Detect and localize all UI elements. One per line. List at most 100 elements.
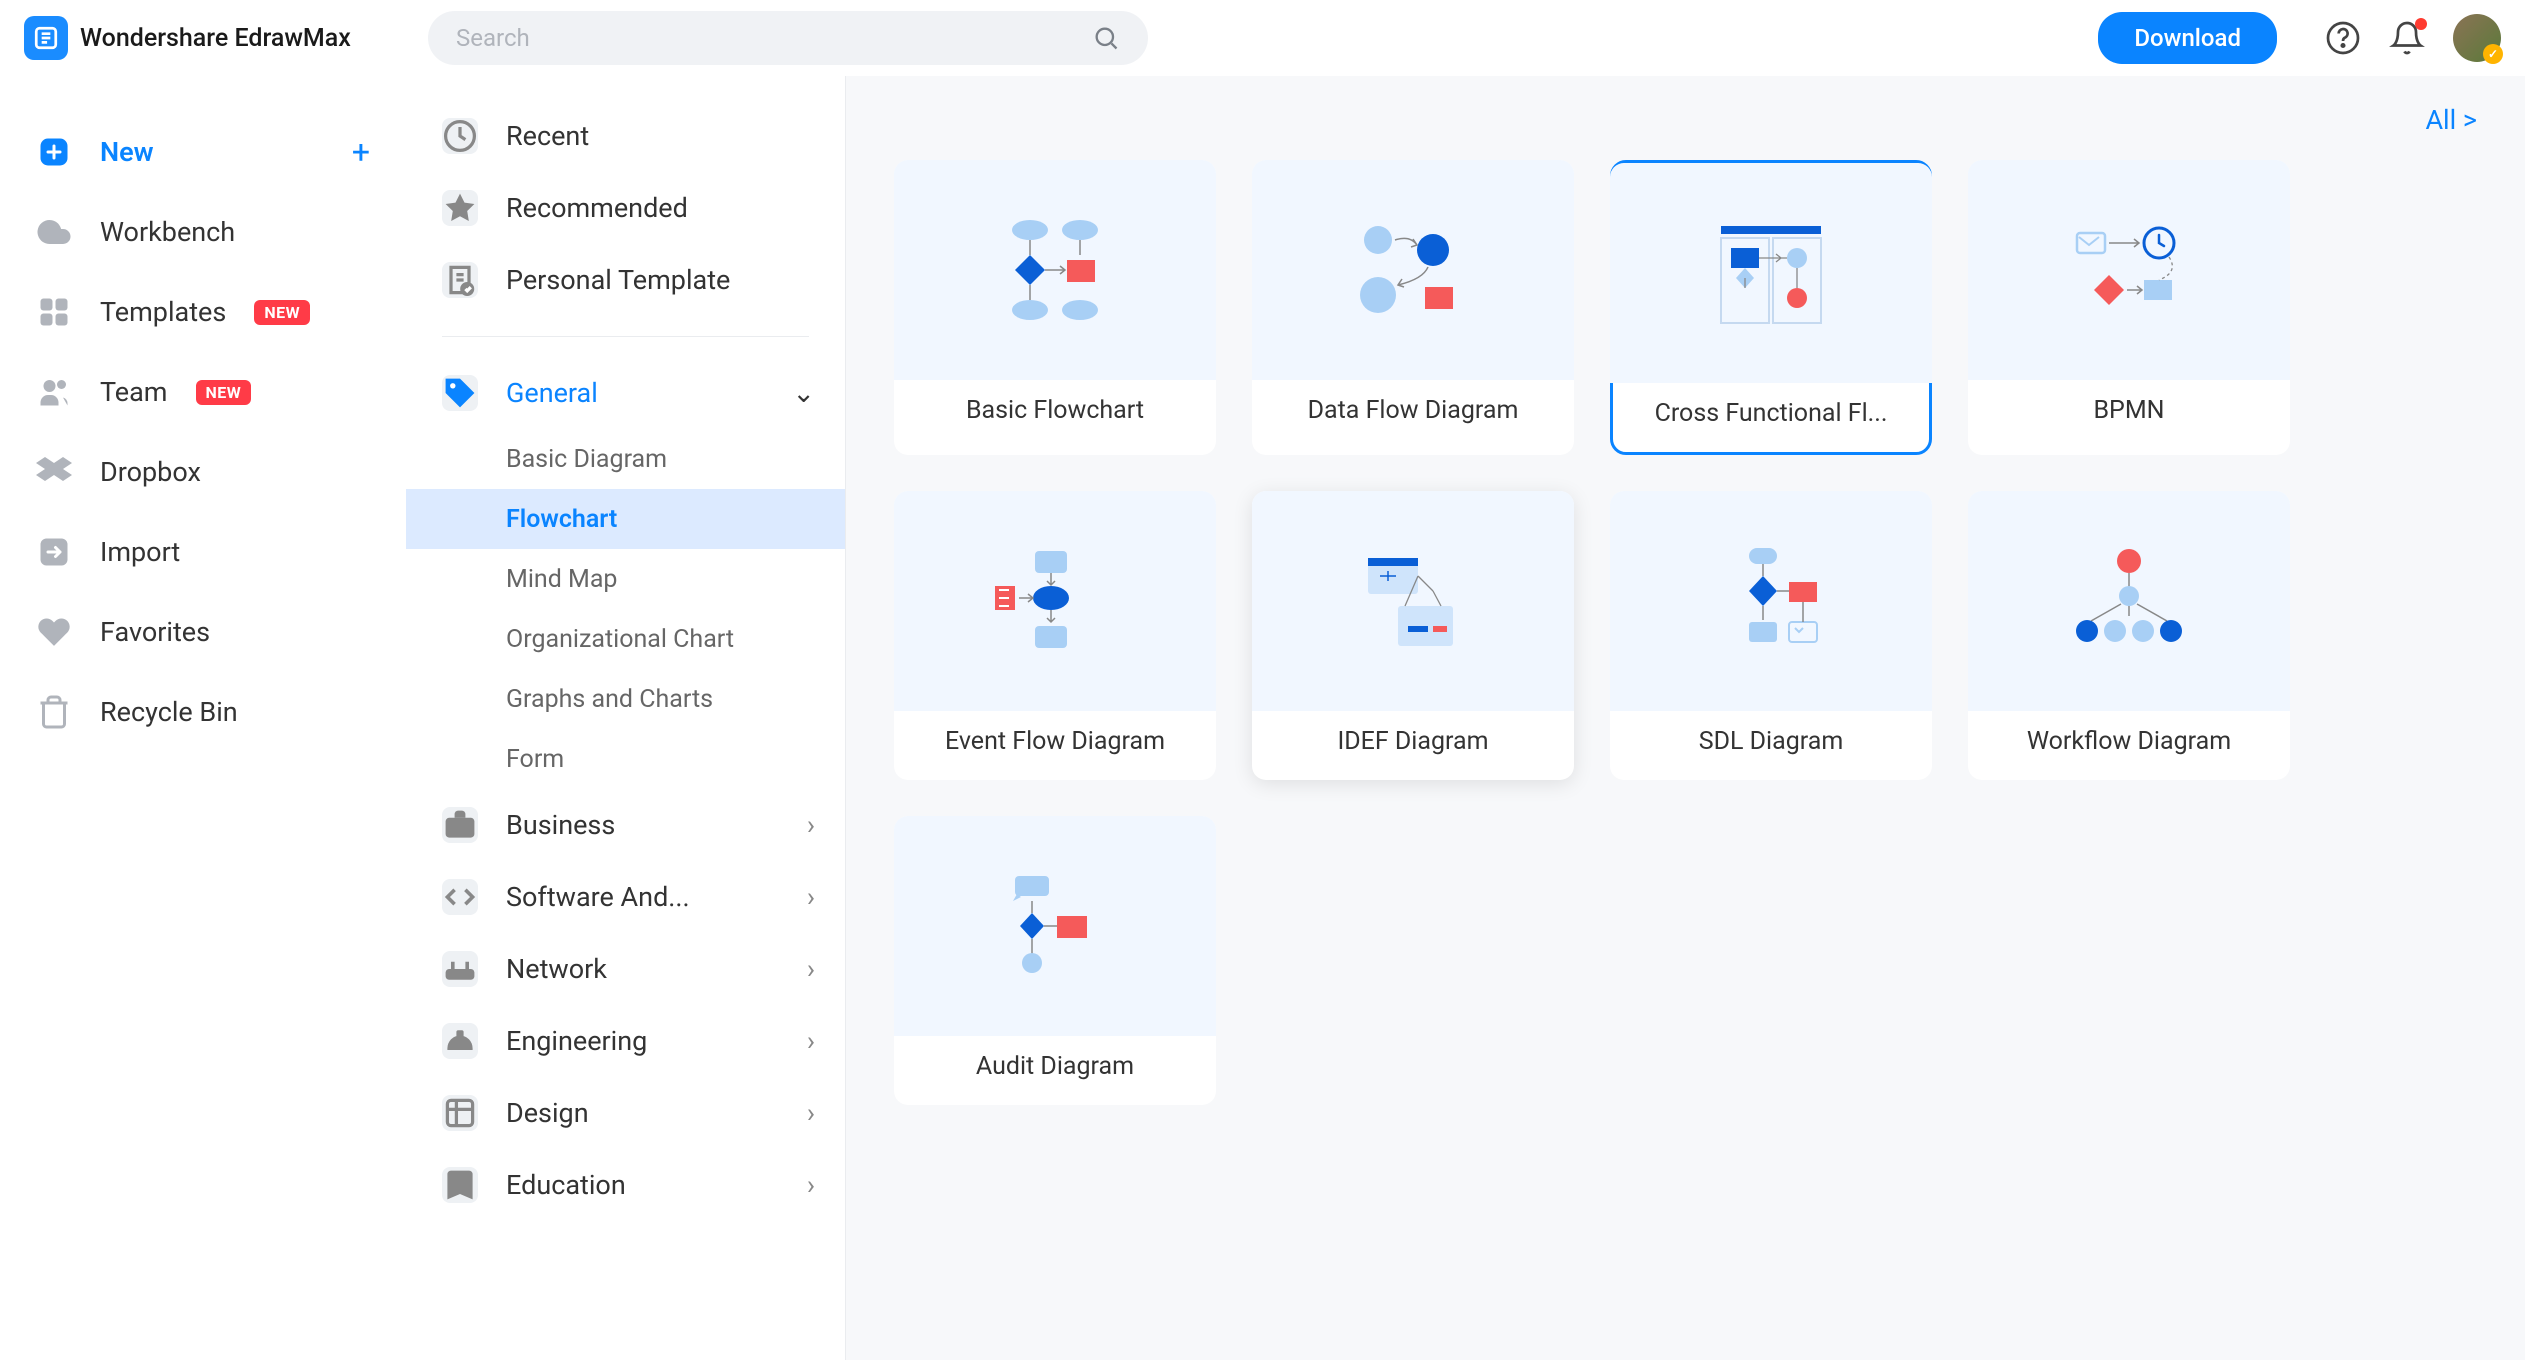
- clock-icon: [442, 118, 478, 154]
- template-card-audit-diagram[interactable]: Audit Diagram: [894, 816, 1216, 1105]
- new-badge: NEW: [196, 380, 252, 405]
- template-cards: Basic Flowchart Data Flow Diagram Cross …: [894, 160, 2477, 1105]
- sidebar-categories: Recent Recommended Personal Template Gen…: [406, 76, 846, 1360]
- chevron-icon: ⌄: [792, 377, 815, 409]
- card-label: Data Flow Diagram: [1252, 396, 1574, 425]
- category-business[interactable]: Business ›: [406, 789, 845, 861]
- sidebar-item-team[interactable]: Team NEW: [0, 352, 406, 432]
- star-icon: [442, 190, 478, 226]
- mid-item-personal-template[interactable]: Personal Template: [406, 244, 845, 316]
- trash-icon: [36, 694, 72, 730]
- category-design[interactable]: Design ›: [406, 1077, 845, 1149]
- category-label: Design: [506, 1097, 589, 1129]
- book-icon: [442, 1167, 478, 1203]
- app-logo-icon: [24, 16, 68, 60]
- chevron-icon: ›: [807, 1169, 815, 1201]
- router-icon: [442, 951, 478, 987]
- card-label: BPMN: [1968, 396, 2290, 425]
- template-card-sdl-diagram[interactable]: SDL Diagram: [1610, 491, 1932, 780]
- mid-item-label: Recommended: [506, 192, 688, 224]
- category-label: Network: [506, 953, 607, 985]
- mid-item-label: Personal Template: [506, 264, 730, 296]
- notification-icon[interactable]: [2389, 20, 2425, 56]
- card-label: Cross Functional Fl...: [1613, 399, 1929, 428]
- mid-item-recommended[interactable]: Recommended: [406, 172, 845, 244]
- template-card-cross-functional-fl-[interactable]: Cross Functional Fl...: [1610, 160, 1932, 455]
- subcategory-flowchart[interactable]: Flowchart: [406, 489, 845, 549]
- mid-item-recent[interactable]: Recent: [406, 100, 845, 172]
- template-card-bpmn[interactable]: BPMN: [1968, 160, 2290, 455]
- card-label: Basic Flowchart: [894, 396, 1216, 425]
- subcategory-graphs-and-charts[interactable]: Graphs and Charts: [406, 669, 845, 729]
- card-label: Audit Diagram: [894, 1052, 1216, 1081]
- card-thumbnail: [894, 160, 1216, 380]
- sidebar-item-label: Templates: [100, 296, 226, 328]
- category-engineering[interactable]: Engineering ›: [406, 1005, 845, 1077]
- template-card-data-flow-diagram[interactable]: Data Flow Diagram: [1252, 160, 1574, 455]
- card-thumbnail: [1968, 491, 2290, 711]
- user-avatar[interactable]: ✓: [2453, 14, 2501, 62]
- subcategory-mind-map[interactable]: Mind Map: [406, 549, 845, 609]
- plus-square-icon: [36, 134, 72, 170]
- card-label: SDL Diagram: [1610, 727, 1932, 756]
- topbar: Wondershare EdrawMax Download ✓: [0, 0, 2525, 76]
- template-card-idef-diagram[interactable]: IDEF Diagram: [1252, 491, 1574, 780]
- template-card-basic-flowchart[interactable]: Basic Flowchart: [894, 160, 1216, 455]
- sidebar-item-label: Team: [100, 376, 168, 408]
- avatar-badge-icon: ✓: [2483, 44, 2503, 64]
- card-label: Workflow Diagram: [1968, 727, 2290, 756]
- subcategory-organizational-chart[interactable]: Organizational Chart: [406, 609, 845, 669]
- chevron-icon: ›: [807, 881, 815, 913]
- template-card-event-flow-diagram[interactable]: Event Flow Diagram: [894, 491, 1216, 780]
- category-label: Engineering: [506, 1025, 647, 1057]
- all-link[interactable]: All >: [894, 104, 2477, 136]
- download-button[interactable]: Download: [2098, 12, 2277, 64]
- briefcase-icon: [442, 807, 478, 843]
- category-education[interactable]: Education ›: [406, 1149, 845, 1221]
- template-card-workflow-diagram[interactable]: Workflow Diagram: [1968, 491, 2290, 780]
- sidebar-item-favorites[interactable]: Favorites: [0, 592, 406, 672]
- dropbox-icon: [36, 454, 72, 490]
- divider: [442, 336, 809, 337]
- category-software-and-[interactable]: Software And... ›: [406, 861, 845, 933]
- chevron-icon: ›: [807, 1025, 815, 1057]
- category-label: Education: [506, 1169, 626, 1201]
- tag-icon: [442, 375, 478, 411]
- sidebar-item-import[interactable]: Import: [0, 512, 406, 592]
- chevron-icon: ›: [807, 809, 815, 841]
- plus-icon[interactable]: +: [352, 133, 370, 171]
- cloud-icon: [36, 214, 72, 250]
- subcategory-label: Graphs and Charts: [506, 685, 713, 714]
- heart-icon: [36, 614, 72, 650]
- card-thumbnail: [1968, 160, 2290, 380]
- card-thumbnail: [1610, 163, 1932, 383]
- sidebar-item-dropbox[interactable]: Dropbox: [0, 432, 406, 512]
- sidebar-item-label: Import: [100, 536, 180, 568]
- category-label: General: [506, 377, 598, 409]
- search-icon: [1092, 24, 1120, 52]
- sidebar-item-label: Workbench: [100, 216, 235, 248]
- subcategory-label: Flowchart: [506, 505, 617, 534]
- sidebar-item-label: Recycle Bin: [100, 696, 238, 728]
- category-general[interactable]: General ⌄: [406, 357, 845, 429]
- sidebar-item-workbench[interactable]: Workbench: [0, 192, 406, 272]
- sidebar-item-templates[interactable]: Templates NEW: [0, 272, 406, 352]
- card-thumbnail: [894, 491, 1216, 711]
- code-icon: [442, 879, 478, 915]
- category-label: Software And...: [506, 881, 690, 913]
- card-thumbnail: [1610, 491, 1932, 711]
- card-thumbnail: [1252, 160, 1574, 380]
- new-badge: NEW: [254, 300, 310, 325]
- import-icon: [36, 534, 72, 570]
- search-box[interactable]: [428, 11, 1148, 65]
- content-area: All > Basic Flowchart Data Flow Diagram …: [846, 76, 2525, 1360]
- help-icon[interactable]: [2325, 20, 2361, 56]
- team-icon: [36, 374, 72, 410]
- search-input[interactable]: [456, 24, 1076, 52]
- subcategory-basic-diagram[interactable]: Basic Diagram: [406, 429, 845, 489]
- sidebar-item-new[interactable]: New +: [0, 112, 406, 192]
- sidebar-left: New + Workbench Templates NEW Team NEW D…: [0, 76, 406, 1360]
- sidebar-item-recycle-bin[interactable]: Recycle Bin: [0, 672, 406, 752]
- subcategory-form[interactable]: Form: [406, 729, 845, 789]
- category-network[interactable]: Network ›: [406, 933, 845, 1005]
